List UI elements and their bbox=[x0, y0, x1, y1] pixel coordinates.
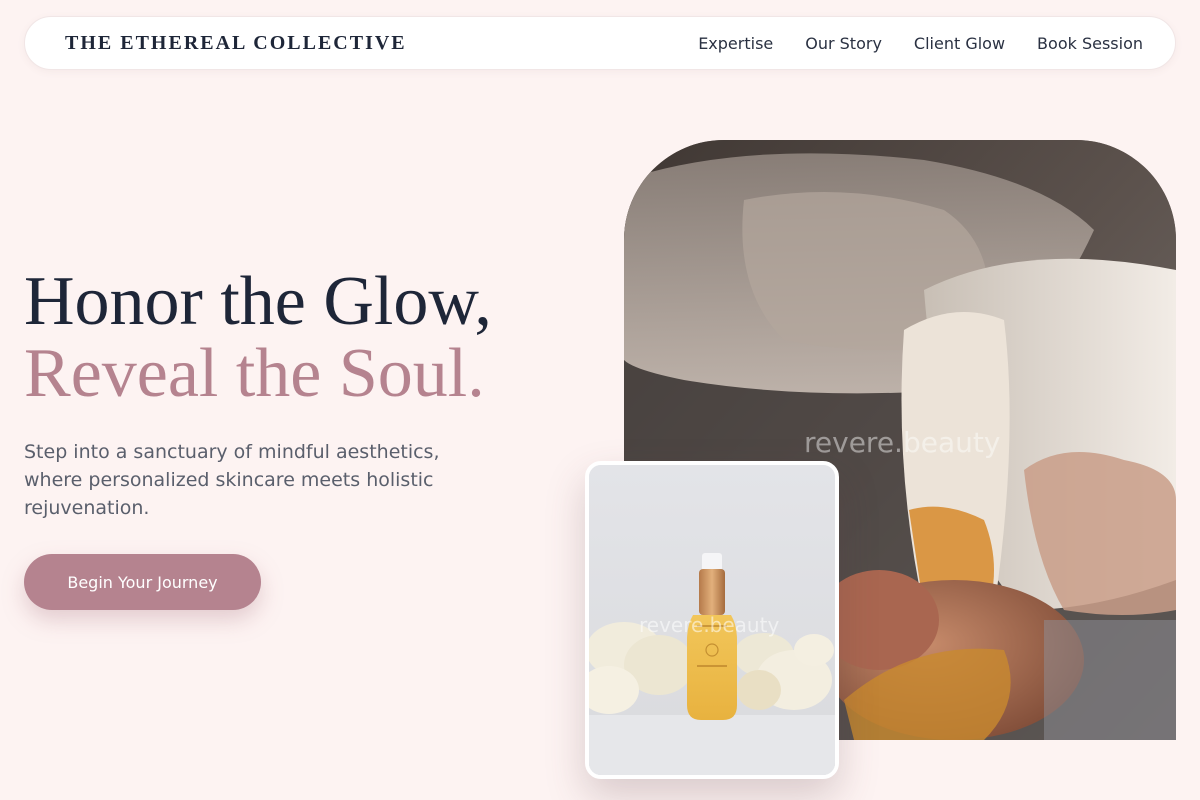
nav-link-our-story[interactable]: Our Story bbox=[805, 34, 882, 53]
hero-subtitle: Step into a sanctuary of mindful aesthet… bbox=[24, 441, 440, 519]
begin-journey-button[interactable]: Begin Your Journey bbox=[24, 554, 261, 610]
hero-title-line2: Reveal the Soul. bbox=[24, 335, 485, 412]
nav-links: Expertise Our Story Client Glow Book Ses… bbox=[698, 34, 1143, 53]
nav-link-expertise[interactable]: Expertise bbox=[698, 34, 773, 53]
brand-logo[interactable]: THE ETHEREAL COLLECTIVE bbox=[65, 32, 407, 55]
face-oil-product-illustration bbox=[589, 465, 835, 775]
nav-link-book-session[interactable]: Book Session bbox=[1037, 34, 1143, 53]
top-navbar: THE ETHEREAL COLLECTIVE Expertise Our St… bbox=[24, 16, 1176, 70]
face-oil-product-card: revere.beauty bbox=[585, 461, 839, 779]
hero-title: Honor the Glow, Reveal the Soul. bbox=[24, 266, 492, 410]
hero-title-line1: Honor the Glow, bbox=[24, 263, 492, 340]
nav-link-client-glow[interactable]: Client Glow bbox=[914, 34, 1005, 53]
